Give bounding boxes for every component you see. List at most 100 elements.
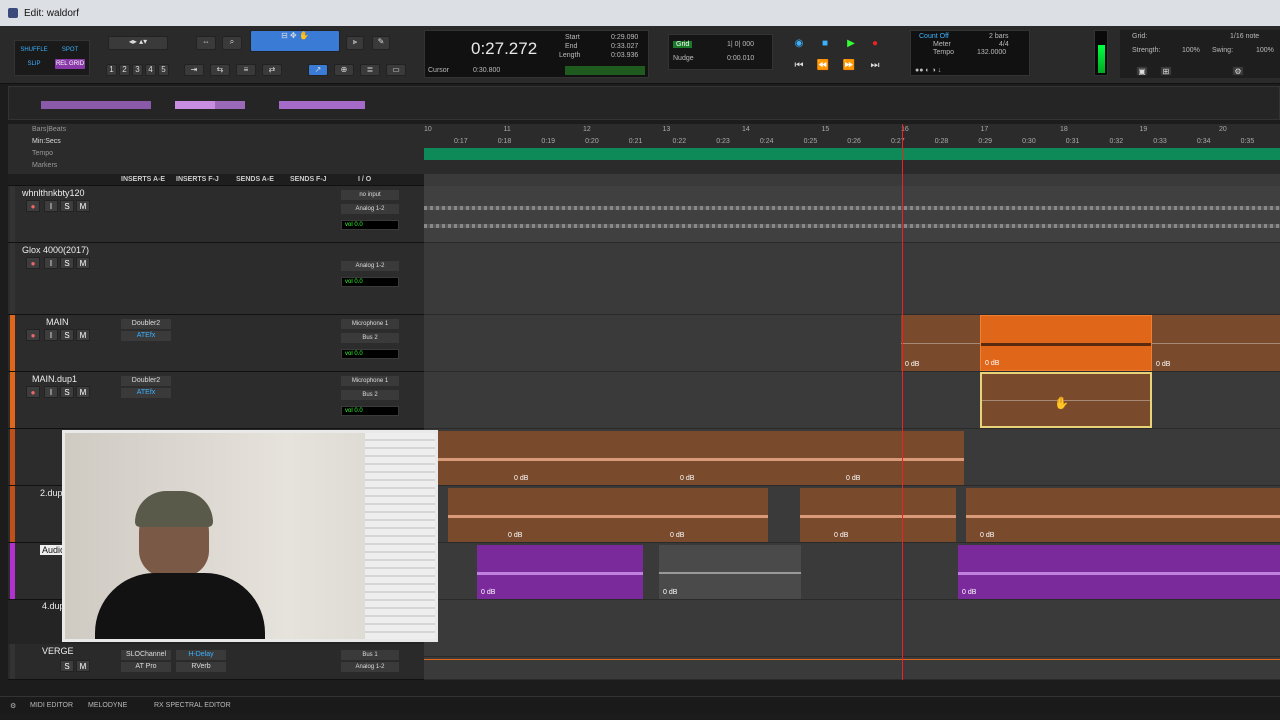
zoom-fit-icon[interactable]: ⊞ [1160, 66, 1172, 76]
audio-clip[interactable]: 0 dB [659, 545, 801, 599]
tempo-value[interactable]: 132.0000 [977, 49, 1006, 56]
audio-clip[interactable]: 0 dB 0 dB [448, 488, 768, 542]
insert-slot[interactable]: H-Delay [176, 650, 226, 660]
auto-scroll-icon[interactable]: ↗ [308, 64, 328, 76]
record-arm-button[interactable]: ● [26, 200, 40, 212]
link-timeline-icon[interactable]: ⇆ [210, 64, 230, 76]
track-lane[interactable] [424, 657, 1280, 680]
settings-small-icon[interactable]: ⚙ [10, 702, 16, 710]
mute-button[interactable]: M [76, 386, 90, 398]
zoom-buttons[interactable]: ◂▸ ▴▾ [108, 36, 168, 50]
link-track-icon[interactable]: ≡ [236, 64, 256, 76]
insert-slot[interactable]: SLOChannel [121, 650, 171, 660]
audio-clip[interactable]: 0 dB [966, 488, 1280, 542]
solo-button[interactable]: S [60, 660, 74, 672]
input-selector[interactable]: Bus 1 [341, 650, 399, 660]
track-row[interactable]: MAIN.dup1 ● I S M Doubler2 ATEfx Microph… [8, 372, 424, 429]
audio-clip[interactable]: 0 dB [800, 488, 956, 542]
zoom-preset-4[interactable]: 4 [145, 64, 156, 76]
swing-value[interactable]: 100% [1256, 47, 1274, 54]
track-name[interactable]: whnlthnkbty120 [22, 188, 85, 198]
input-monitor-button[interactable]: I [44, 386, 58, 398]
universe-overview[interactable] [8, 86, 1280, 120]
audio-clip[interactable]: 0 dB [477, 545, 643, 599]
track-row[interactable]: Glox 4000(2017) ● I S M Analog 1-2 vol 0… [8, 243, 424, 315]
shuffle-mode-button[interactable]: SHUFFLE [19, 45, 49, 55]
bars-ruler[interactable]: 10 11 12 13 14 15 16 17 18 19 20 [424, 126, 1280, 136]
lock-icon[interactable]: ▣ [1136, 66, 1148, 76]
tempo-ruler[interactable] [424, 148, 1280, 160]
input-selector[interactable]: Microphone 1 [341, 319, 399, 329]
track-name[interactable]: MAIN.dup1 [32, 374, 77, 384]
pencil-tool-icon[interactable]: ✎ [372, 36, 390, 50]
zoom-preset-5[interactable]: 5 [158, 64, 169, 76]
audio-clip[interactable] [424, 192, 1280, 237]
mute-button[interactable]: M [76, 200, 90, 212]
midi-editor-tab[interactable]: MIDI EDITOR [30, 702, 73, 709]
insert-slot[interactable]: Doubler2 [121, 376, 171, 386]
mirror-midi-icon[interactable]: ⊕ [334, 64, 354, 76]
grid-mode-button[interactable]: REL GRID [55, 59, 85, 69]
track-row[interactable]: VERGE S M SLOChannel AT Pro H-Delay RVer… [8, 644, 424, 680]
track-lane[interactable] [424, 600, 1280, 657]
zoom-preset-1[interactable]: 1 [106, 64, 117, 76]
track-name[interactable]: Glox 4000(2017) [22, 245, 89, 255]
track-lane[interactable] [424, 186, 1280, 243]
rewind-icon[interactable]: ⏪ [814, 58, 832, 72]
sync-icons[interactable] [565, 66, 645, 75]
audio-clip[interactable]: 0 dB [958, 545, 1280, 599]
track-lane[interactable]: 0 dB 0 dB 0 dB [424, 315, 1280, 372]
output-selector[interactable]: Analog 1-2 [341, 662, 399, 672]
audio-clip[interactable]: 0 dB [901, 315, 980, 371]
input-selector[interactable]: Microphone 1 [341, 376, 399, 386]
count-off-label[interactable]: Count Off [919, 33, 949, 40]
audio-clip[interactable]: ✋ [980, 372, 1152, 428]
insert-slot[interactable]: Doubler2 [121, 319, 171, 329]
record-arm-button[interactable]: ● [26, 329, 40, 341]
output-selector[interactable]: Bus 2 [341, 390, 399, 400]
settings-gear-icon[interactable]: ⚙ [1232, 66, 1244, 76]
grid-label[interactable]: Grid [673, 41, 693, 48]
midi-controls-icons[interactable]: ●● ◐ ◑ ↓ [915, 67, 941, 74]
output-selector[interactable]: Analog 1-2 [341, 204, 399, 214]
record-button[interactable]: ● [866, 36, 884, 50]
scrub-tool-icon[interactable]: ⫸ [346, 36, 364, 50]
track-name[interactable]: MAIN [46, 317, 69, 327]
go-to-end-icon[interactable]: ⏭ [866, 58, 884, 72]
solo-button[interactable]: S [60, 386, 74, 398]
track-lane[interactable]: 0 dB 0 dB 0 dB [424, 429, 1280, 486]
start-value[interactable]: 0:29.090 [611, 34, 638, 41]
online-icon[interactable]: ◉ [790, 36, 808, 50]
input-selector[interactable]: no input [341, 190, 399, 200]
track-row[interactable]: MAIN ● I S M Doubler2 ATEfx Microphone 1… [8, 315, 424, 372]
output-selector[interactable]: Analog 1-2 [341, 261, 399, 271]
audio-clip[interactable]: 0 dB [1152, 315, 1280, 371]
tab-to-transient-icon[interactable]: ⇥ [184, 64, 204, 76]
volume-display[interactable]: vol 0.0 [341, 277, 399, 287]
insert-slot[interactable]: ATEfx [121, 388, 171, 398]
volume-display[interactable]: vol 0.0 [341, 406, 399, 416]
spot-mode-button[interactable]: SPOT [55, 45, 85, 55]
solo-button[interactable]: S [60, 257, 74, 269]
volume-display[interactable]: vol 0.0 [341, 349, 399, 359]
zoom-preset-3[interactable]: 3 [132, 64, 143, 76]
playhead-line[interactable] [902, 124, 903, 680]
end-value[interactable]: 0:33.027 [611, 43, 638, 50]
slip-mode-button[interactable]: SLIP [19, 59, 49, 69]
mute-button[interactable]: M [76, 329, 90, 341]
grid-settings-value[interactable]: 1/16 note [1230, 33, 1259, 40]
solo-button[interactable]: S [60, 200, 74, 212]
melodyne-tab[interactable]: MELODYNE [88, 702, 127, 709]
rx-spectral-editor-tab[interactable]: RX SPECTRAL EDITOR [154, 702, 231, 709]
track-lane[interactable]: ✋ [424, 372, 1280, 429]
commands-focus-icon[interactable]: ▭ [386, 64, 406, 76]
track-row[interactable]: whnlthnkbty120 ● I S M no input Analog 1… [8, 186, 424, 243]
edit-window[interactable]: 0 dB 0 dB 0 dB ✋ 0 dB 0 dB 0 dB 0 dB 0 d… [424, 174, 1280, 680]
automation-line[interactable] [424, 659, 1280, 660]
min-secs-ruler[interactable]: 0:17 0:18 0:19 0:20 0:21 0:22 0:23 0:24 0:25 0:26… [424, 138, 1280, 148]
solo-button[interactable]: S [60, 329, 74, 341]
keyboard-focus-icon[interactable]: ≣ [360, 64, 380, 76]
zoomer-tool-icon[interactable]: ⇔ [196, 36, 216, 50]
return-to-zero-icon[interactable]: ⏮ [790, 58, 808, 72]
record-arm-button[interactable]: ● [26, 257, 40, 269]
